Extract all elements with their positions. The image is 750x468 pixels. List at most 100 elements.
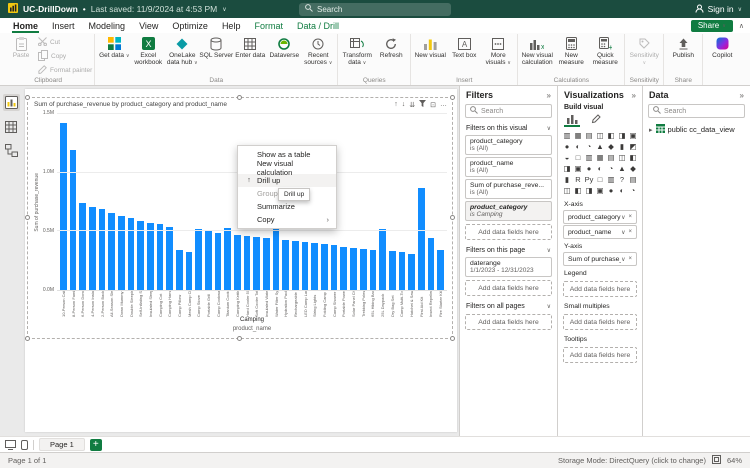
mobile-view-icon[interactable]	[21, 439, 28, 450]
expand-chevron-icon[interactable]: ▸	[649, 126, 653, 134]
map-icon[interactable]: ▤	[606, 152, 616, 163]
cut-button[interactable]: Cut	[38, 37, 92, 48]
bar-solar-panel-charger[interactable]	[350, 247, 357, 290]
waterfall-chart-icon[interactable]: ▮	[617, 141, 627, 152]
metrics-icon[interactable]: ◫	[562, 185, 572, 196]
fit-to-page-icon[interactable]	[711, 455, 721, 466]
decomposition-tree-icon[interactable]: ▥	[606, 174, 616, 185]
dataverse-button[interactable]: Dataverse	[267, 34, 301, 59]
bar-camp-shower-kit[interactable]	[330, 245, 338, 290]
bar-camping-kettle[interactable]	[234, 234, 241, 290]
bar-hatchet-saw-kit[interactable]	[408, 253, 415, 290]
collapse-pane-icon[interactable]: »	[547, 91, 551, 100]
azure-map-icon[interactable]: ◨	[562, 163, 572, 174]
new-visual-calculation-button[interactable]: xNew visual calculation	[520, 34, 554, 66]
bar-water-filter-system[interactable]	[272, 224, 280, 290]
filled-map-icon[interactable]: ◫	[617, 152, 627, 163]
button-visual-icon[interactable]: ◐	[617, 185, 627, 196]
field-pill-product-category[interactable]: product_category ∨ ×	[563, 210, 637, 224]
new-measure-button[interactable]: New measure	[554, 34, 588, 66]
card-icon[interactable]: ●	[584, 163, 594, 174]
bar-titanium-cook-pot[interactable]	[224, 227, 232, 290]
chevron-down-icon[interactable]: ∨	[621, 256, 625, 263]
tab-help[interactable]: Help	[215, 18, 248, 33]
bar-led-camp-lantern[interactable]	[301, 241, 309, 290]
field-pill-product-name[interactable]: product_name ∨ ×	[563, 225, 637, 239]
bar-rechargeable-headlamp[interactable]	[292, 240, 299, 290]
add-data-fields-drop[interactable]: Add data fields here	[465, 314, 552, 330]
global-search-input[interactable]: Search	[299, 2, 451, 16]
bar-camp-pillow[interactable]	[176, 250, 183, 290]
filter-card-product-category[interactable]: product_category is (All)	[465, 135, 552, 155]
filter-card-product-category[interactable]: product_category is Camping	[465, 201, 552, 221]
remove-field-icon[interactable]: ×	[628, 229, 632, 236]
page-tab-page-1[interactable]: Page 1	[39, 438, 85, 451]
multi-row-card-icon[interactable]: ◐	[595, 163, 605, 174]
filter-card-product-name[interactable]: product_name is (All)	[465, 157, 552, 177]
bar-65l-hiking-backpack[interactable]	[369, 250, 377, 290]
bar-soft-cooler-tote[interactable]	[253, 237, 261, 290]
sensitivity-button[interactable]: Sensitivity ∨	[627, 34, 661, 67]
100-stacked-bar-chart-icon[interactable]: ◧	[606, 130, 616, 141]
expand-next-level-icon[interactable]: ⇊	[409, 101, 415, 109]
filter-card-sum-of-purchase-reve[interactable]: Sum of purchase_reve... is (All)	[465, 179, 552, 199]
resize-handle-s[interactable]	[237, 336, 242, 341]
python-visual-icon[interactable]: Py	[584, 174, 594, 185]
transform-data-button[interactable]: Transform data ∨	[340, 34, 374, 67]
smart-narrative-icon[interactable]: ▤	[628, 174, 638, 185]
excel-workbook-button[interactable]: X Excel workbook	[131, 34, 165, 66]
remove-field-icon[interactable]: ×	[628, 214, 632, 221]
collapse-ribbon-icon[interactable]: ∧	[739, 22, 744, 30]
stacked-bar-chart-icon[interactable]: ▥	[562, 130, 572, 141]
collapse-pane-icon[interactable]: »	[740, 91, 744, 100]
get-data-button[interactable]: Get data ∨	[97, 34, 131, 60]
resize-handle-se[interactable]	[450, 336, 455, 341]
report-page[interactable]: ↑ ↓ ⇊ ⊡ … Sum of purchase_revenue by product…	[25, 89, 457, 432]
bar-portable-power-station[interactable]	[340, 246, 348, 290]
resize-handle-ne[interactable]	[450, 95, 455, 100]
field-pill-sum-of-purchase-reve[interactable]: Sum of purchase_reve...∨×	[563, 252, 637, 266]
bar-hydration-pack[interactable]	[282, 239, 290, 290]
kpi-icon[interactable]: ◔	[606, 163, 616, 174]
tab-data-drill[interactable]: Data / Drill	[290, 18, 346, 33]
resize-handle-nw[interactable]	[25, 95, 30, 100]
menu-item-new-visual-calculation[interactable]: New visual calculation	[238, 159, 336, 177]
clustered-bar-chart-icon[interactable]: ▤	[584, 130, 594, 141]
bar-camping-cot[interactable]	[156, 224, 164, 290]
chevron-down-icon[interactable]: ∨	[621, 214, 625, 221]
r-script-visual-icon[interactable]: R	[573, 174, 583, 185]
onelake-data-hub-button[interactable]: OneLake data hub ∨	[165, 34, 199, 67]
publish-button[interactable]: Publish	[666, 34, 700, 59]
focus-mode-icon[interactable]: ⊡	[430, 101, 436, 109]
funnel-chart-icon[interactable]: ◩	[628, 141, 638, 152]
filters-search-input[interactable]: Search	[465, 104, 552, 118]
tab-view[interactable]: View	[132, 18, 165, 33]
bar-string-lights[interactable]	[311, 243, 319, 290]
bar-first-aid-kit[interactable]	[417, 187, 425, 290]
menu-item-copy[interactable]: Copy ›	[238, 213, 336, 226]
add-data-fields-drop[interactable]: Add data fields here	[465, 224, 552, 240]
100-stacked-column-chart-icon[interactable]: ◨	[617, 130, 627, 141]
more-visuals-button[interactable]: More visuals ∨	[481, 34, 515, 67]
tab-modeling[interactable]: Modeling	[82, 18, 133, 33]
resize-handle-e[interactable]	[450, 215, 455, 220]
bar-camping-hammock[interactable]	[166, 226, 174, 290]
add-data-fields-drop[interactable]: Add data fields here	[563, 347, 637, 363]
bar-hard-cooler-50qt[interactable]	[243, 236, 251, 290]
build-visual-tab-icon[interactable]	[564, 113, 580, 127]
more-options-icon[interactable]: …	[440, 101, 447, 108]
q-and-a-icon[interactable]: ?	[617, 174, 627, 185]
bar-insect-repellent-kit[interactable]	[427, 238, 435, 290]
ribbon-chart-icon[interactable]: ◆	[606, 141, 616, 152]
tab-insert[interactable]: Insert	[45, 18, 82, 33]
storage-mode-label[interactable]: Storage Mode: DirectQuery (click to chan…	[558, 456, 706, 465]
bar-insulated-sleeping-pad[interactable]	[147, 223, 154, 290]
report-canvas[interactable]: ↑ ↓ ⇊ ⊡ … Sum of purchase_revenue by product…	[22, 86, 459, 436]
bar-down-mummy-sleeping-bag[interactable]	[118, 216, 125, 290]
new-visual-button[interactable]: New visual	[413, 34, 447, 59]
bar-10-person-cabin-tent[interactable]	[60, 123, 67, 290]
share-button[interactable]: Share ∨	[690, 19, 733, 32]
data-table-public-cc-data-view[interactable]: ▸ public cc_data_view	[643, 121, 750, 138]
bar-double-sleeping-bag[interactable]	[127, 218, 135, 290]
paste-button[interactable]: Paste	[4, 34, 38, 59]
